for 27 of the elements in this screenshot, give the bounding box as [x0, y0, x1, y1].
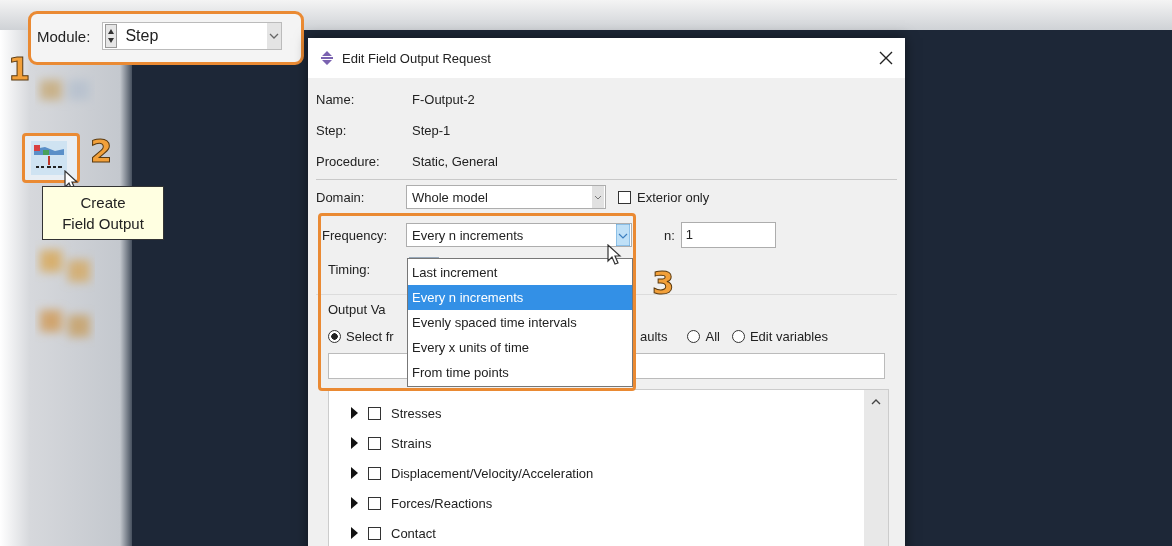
step-number: 1: [8, 52, 31, 86]
tooltip: Create Field Output: [42, 186, 164, 240]
field-value: Step-1: [412, 123, 451, 138]
step-number: 3: [652, 266, 675, 300]
field-label: Procedure:: [316, 154, 381, 169]
variable-label: Strains: [391, 435, 432, 451]
variable-label: Stresses: [391, 405, 442, 421]
field-label: Timing:: [328, 261, 372, 277]
field-label: Frequency:: [322, 227, 389, 243]
checkbox-label: Exterior only: [637, 189, 710, 205]
module-label: Module:: [37, 27, 91, 45]
variable-label: Forces/Reactions: [391, 495, 493, 511]
window-title: Edit Field Output Request: [342, 50, 492, 66]
variable-label: Displacement/Velocity/Acceleration: [391, 465, 594, 481]
field-label: Step:: [316, 123, 348, 138]
group-label: Output Va: [328, 301, 386, 319]
variable-label: Contact: [391, 525, 436, 541]
field-label: Domain:: [316, 189, 366, 205]
radio-label: aults: [640, 328, 668, 344]
field-value: Static, General: [412, 154, 498, 169]
field-value: F-Output-2: [412, 92, 475, 107]
radio-label: All: [705, 328, 720, 344]
step-number: 2: [90, 134, 113, 168]
radio-label: Select fr: [346, 328, 394, 344]
field-label: n:: [664, 227, 675, 243]
field-label: Name:: [316, 92, 356, 107]
radio-label: Edit variables: [749, 328, 828, 344]
